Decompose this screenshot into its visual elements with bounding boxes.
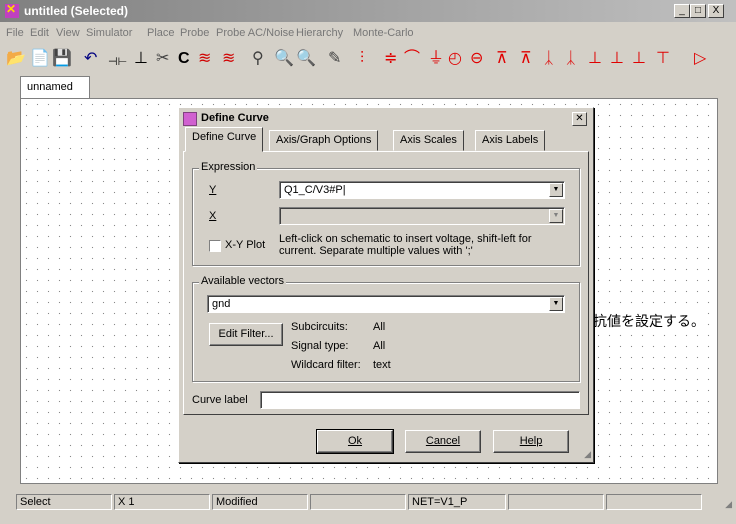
window-resize-grip-icon[interactable]: ◢ <box>725 499 732 510</box>
njfet-icon[interactable]: ⊥ <box>632 50 646 68</box>
npn-icon[interactable]: ᛣ <box>544 50 554 68</box>
menu-bar: File Edit View Simulator Place Probe Pro… <box>0 24 736 42</box>
status-bar: Select X 1 Modified NET=V1_P ◢ <box>0 492 736 512</box>
menu-probe[interactable]: Probe <box>180 27 209 39</box>
y-expression-input[interactable]: Q1_C/V3#P| ▼ <box>279 181 565 199</box>
window-title: untitled (Selected) <box>24 4 129 18</box>
inductor-icon[interactable]: ⌒ <box>404 50 420 68</box>
title-bar: untitled (Selected) _ □ X <box>0 0 736 22</box>
nmos-icon[interactable]: ⊥ <box>588 50 602 68</box>
menu-monte-carlo[interactable]: Monte-Carlo <box>353 27 414 39</box>
available-vectors-label: Available vectors <box>199 275 286 287</box>
help-button[interactable]: Help <box>493 430 569 453</box>
maximize-button[interactable]: □ <box>690 4 706 18</box>
bus-icon[interactable]: ≋ <box>222 50 235 68</box>
open-icon[interactable]: 📂 <box>6 50 26 68</box>
vector-select[interactable]: gnd ▼ <box>207 295 565 313</box>
wire-icon[interactable]: ≋ <box>198 50 211 68</box>
opamp-icon[interactable]: ▷ <box>694 50 706 68</box>
dialog-title-bar: Define Curve ✕ <box>181 110 591 128</box>
status-modified: Modified <box>212 494 308 510</box>
new-icon[interactable]: 📄 <box>30 50 50 68</box>
diode-icon[interactable]: ⊼ <box>496 50 508 68</box>
menu-place[interactable]: Place <box>147 27 175 39</box>
hint-line-2: current. Separate multiple values with '… <box>279 245 473 257</box>
status-empty-2 <box>508 494 604 510</box>
pencil-icon[interactable]: ✎ <box>328 50 341 68</box>
copy-icon[interactable]: C <box>178 50 190 68</box>
chevron-down-icon[interactable]: ▼ <box>549 297 563 311</box>
subcircuits-value: All <box>373 321 386 333</box>
zoom-in-icon[interactable]: 🔍 <box>296 50 316 68</box>
current-source-icon[interactable]: ⊖ <box>470 50 483 68</box>
minimize-button[interactable]: _ <box>674 4 690 18</box>
pjfet-icon[interactable]: ⊤ <box>656 50 670 68</box>
tab-unnamed[interactable]: unnamed <box>20 76 90 98</box>
ground-icon[interactable]: ⏚ <box>428 50 444 68</box>
toolbar: 📂 📄 💾 ↶ ⊣⊢ ⊥ ✂ C ≋ ≋ ⚲ 🔍 🔍 ✎ ⫶ ≑ ⌒ ⏚ ◴ ⊖… <box>0 44 736 74</box>
hint-line-1: Left-click on schematic to insert voltag… <box>279 233 532 245</box>
x-label: X <box>209 210 217 222</box>
menu-simulator[interactable]: Simulator <box>86 27 132 39</box>
tab-define-curve[interactable]: Define Curve <box>185 127 264 152</box>
status-net: NET=V1_P <box>408 494 506 510</box>
menu-hierarchy[interactable]: Hierarchy <box>296 27 343 39</box>
status-empty-3 <box>606 494 702 510</box>
edit-filter-button[interactable]: Edit Filter... <box>209 323 283 346</box>
tab-axis-graph-options[interactable]: Axis/Graph Options <box>269 130 379 151</box>
define-curve-dialog: Define Curve ✕ Define Curve Axis/Graph O… <box>178 107 594 463</box>
pmos-icon[interactable]: ⊥ <box>610 50 624 68</box>
tab-axis-scales[interactable]: Axis Scales <box>393 130 464 151</box>
tab-axis-labels[interactable]: Axis Labels <box>475 130 546 151</box>
expression-group-label: Expression <box>199 161 258 173</box>
resistor-icon[interactable]: ⫶ <box>360 50 364 68</box>
dialog-app-icon <box>183 112 197 126</box>
flip-icon[interactable]: ⊣⊢ <box>108 53 127 71</box>
x-expression-input[interactable]: ▼ <box>279 207 565 225</box>
status-mode: Select <box>16 494 112 510</box>
dialog-close-icon[interactable]: ✕ <box>572 112 587 126</box>
y-label: Y <box>209 184 217 196</box>
vector-value: gnd <box>212 298 231 310</box>
close-window-button[interactable]: X <box>708 4 724 18</box>
app-icon <box>5 2 19 18</box>
wildcard-filter-label: Wildcard filter: <box>291 359 361 371</box>
xy-plot-label: X-Y Plot <box>225 239 266 251</box>
y-expression-value: Q1_C/V3#P| <box>284 184 346 196</box>
ok-button[interactable]: Ok <box>316 429 394 454</box>
save-icon[interactable]: 💾 <box>52 50 72 68</box>
status-coords: X 1 <box>114 494 210 510</box>
subcircuits-label: Subcircuits: <box>291 321 348 333</box>
wildcard-filter-value: text <box>373 359 391 371</box>
menu-probe-ac-noise[interactable]: Probe AC/Noise <box>216 27 294 39</box>
chevron-down-icon[interactable]: ▼ <box>549 209 563 223</box>
capacitor-icon[interactable]: ≑ <box>384 50 397 68</box>
dialog-title: Define Curve <box>201 112 269 124</box>
signal-type-label: Signal type: <box>291 340 349 352</box>
cancel-button[interactable]: Cancel <box>405 430 481 453</box>
rotate-icon[interactable]: ⊥ <box>134 50 148 68</box>
chevron-down-icon[interactable]: ▼ <box>549 183 563 197</box>
curve-label-input[interactable] <box>260 391 580 409</box>
menu-view[interactable]: View <box>56 27 80 39</box>
resize-grip-icon[interactable]: ◢ <box>584 449 591 460</box>
zoom-out-icon[interactable]: 🔍 <box>274 50 294 68</box>
zoom-full-icon[interactable]: ⚲ <box>252 50 264 68</box>
zener-icon[interactable]: ⊼ <box>520 50 532 68</box>
voltage-source-icon[interactable]: ◴ <box>448 50 462 68</box>
undo-icon[interactable]: ↶ <box>84 50 97 68</box>
expression-group: Expression Y Q1_C/V3#P| ▼ X ▼ X-Y Plot L… <box>192 161 580 266</box>
status-empty-1 <box>310 494 406 510</box>
cut-icon[interactable]: ✂ <box>156 50 169 68</box>
menu-file[interactable]: File <box>6 27 24 39</box>
define-curve-panel: Expression Y Q1_C/V3#P| ▼ X ▼ X-Y Plot L… <box>183 151 589 415</box>
xy-plot-checkbox[interactable] <box>209 240 221 252</box>
menu-edit[interactable]: Edit <box>30 27 49 39</box>
signal-type-value: All <box>373 340 386 352</box>
pnp-icon[interactable]: ᛣ <box>566 50 576 68</box>
curve-label-label: Curve label <box>192 394 248 406</box>
schematic-annotation: 抗値を設定する。 <box>593 311 705 331</box>
available-vectors-group: Available vectors gnd ▼ Edit Filter... S… <box>192 275 580 382</box>
